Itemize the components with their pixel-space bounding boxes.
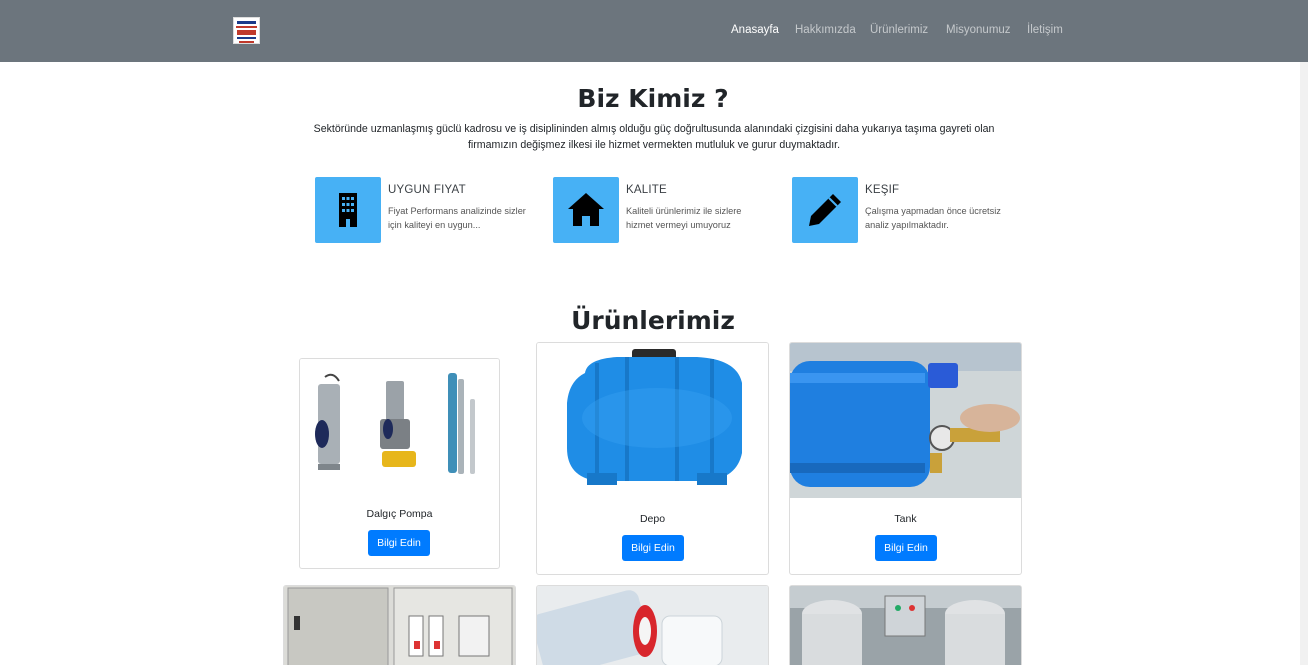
pressure-tank-image xyxy=(790,343,1021,498)
product-card-equipment xyxy=(789,585,1022,665)
product-card-tank: Tank Bilgi Edin xyxy=(789,342,1022,575)
feature-title: UYGUN FIYAT xyxy=(388,184,466,196)
product-card-depo: Depo Bilgi Edin xyxy=(536,342,769,575)
info-button[interactable]: Bilgi Edin xyxy=(368,530,430,556)
feature-desc: Çalışma yapmadan önce ücretsiz analiz ya… xyxy=(865,206,1001,230)
about-title: Biz Kimiz ? xyxy=(577,84,729,113)
water-tank-image xyxy=(537,343,768,498)
feature-title: KALITE xyxy=(626,184,667,196)
submersible-pumps-image xyxy=(300,359,499,494)
product-name: Depo xyxy=(639,513,666,525)
product-name: Tank xyxy=(894,513,917,525)
navbar: Anasayfa Hakkımızda Ürünlerimiz Misyonum… xyxy=(0,0,1308,62)
nav-link-home[interactable]: Anasayfa xyxy=(731,24,779,36)
product-card-filter xyxy=(536,585,769,665)
product-name: Dalgıç Pompa xyxy=(366,508,433,520)
product-card-panel xyxy=(283,585,516,665)
nav-link-contact[interactable]: İletişim xyxy=(1027,24,1063,36)
scrollbar[interactable] xyxy=(1300,62,1308,665)
feature-title: KEŞIF xyxy=(865,184,900,196)
products-title: Ürünlerimiz xyxy=(571,306,735,335)
feature-desc: Kaliteli ürünlerimiz ile sizlere hizmet … xyxy=(626,206,742,230)
nav-link-products[interactable]: Ürünlerimiz xyxy=(870,24,928,36)
electrical-panel-image xyxy=(284,586,515,665)
feature-survey: KEŞIF Çalışma yapmadan önce ücretsiz ana… xyxy=(792,177,1022,243)
company-logo[interactable] xyxy=(233,17,260,44)
feature-desc: Fiyat Performans analizinde sizler için … xyxy=(388,206,526,230)
nav-link-mission[interactable]: Misyonumuz xyxy=(946,24,1011,36)
pencil-icon xyxy=(792,177,858,243)
feature-quality: KALITE Kaliteli ürünlerimiz ile sizlere … xyxy=(553,177,783,243)
home-icon xyxy=(553,177,619,243)
product-card-pump: Dalgıç Pompa Bilgi Edin xyxy=(299,358,500,569)
industrial-equipment-image xyxy=(790,586,1021,665)
about-text: Sektöründe uzmanlaşmış güclü kadrosu ve … xyxy=(313,123,995,151)
info-button[interactable]: Bilgi Edin xyxy=(622,535,684,561)
info-button[interactable]: Bilgi Edin xyxy=(875,535,937,561)
feature-price: UYGUN FIYAT Fiyat Performans analizinde … xyxy=(315,177,545,243)
nav-link-about[interactable]: Hakkımızda xyxy=(795,24,856,36)
building-icon xyxy=(315,177,381,243)
filter-cartridge-image xyxy=(537,586,768,665)
